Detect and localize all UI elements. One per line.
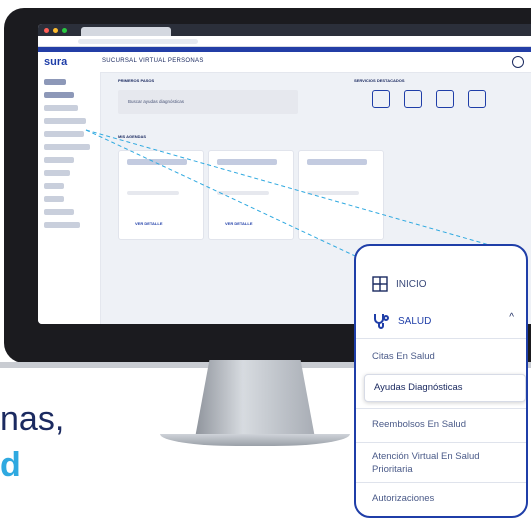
browser-titlebar bbox=[38, 24, 531, 36]
sidebar-item[interactable] bbox=[44, 209, 74, 215]
stethoscope-icon bbox=[374, 314, 389, 329]
minimize-dot-icon[interactable] bbox=[53, 27, 58, 33]
menu-item-salud-label: SALUD bbox=[398, 315, 432, 327]
agenda-card[interactable] bbox=[298, 150, 384, 240]
user-avatar-icon[interactable] bbox=[512, 56, 524, 68]
sidebar-item[interactable] bbox=[44, 157, 74, 163]
close-dot-icon[interactable] bbox=[44, 27, 49, 33]
zoom-menu-panel: INICIO SALUD ^ Citas En Salud Ayudas Dia… bbox=[354, 244, 528, 518]
sidebar-item-inicio[interactable] bbox=[44, 79, 66, 85]
chevron-up-icon[interactable]: ^ bbox=[509, 312, 514, 323]
section-mid-title: MIS AGENDAS bbox=[118, 134, 147, 139]
grid-icon bbox=[372, 276, 388, 292]
search-box[interactable]: Buscar ayudas diagnósticas bbox=[118, 90, 298, 114]
section-right-title: SERVICIOS DESTACADOS bbox=[354, 78, 405, 83]
sidebar-item[interactable] bbox=[44, 131, 84, 137]
address-bar[interactable] bbox=[38, 36, 531, 47]
search-input[interactable]: Buscar ayudas diagnósticas bbox=[128, 99, 184, 104]
hero-line-2: d bbox=[0, 446, 21, 484]
menu-item-inicio-label: INICIO bbox=[396, 278, 427, 290]
shortcut-icon[interactable] bbox=[468, 90, 486, 108]
submenu-ayudas[interactable]: Ayudas Diagnósticas bbox=[374, 381, 514, 394]
maximize-dot-icon[interactable] bbox=[62, 27, 67, 33]
browser-tab[interactable] bbox=[81, 26, 171, 36]
submenu-citas[interactable]: Citas En Salud bbox=[372, 350, 512, 363]
sidebar-item[interactable] bbox=[44, 196, 64, 202]
sidebar-item[interactable] bbox=[44, 170, 70, 176]
monitor-stand bbox=[195, 360, 315, 438]
section-left-title: PRIMEROS PASOS bbox=[118, 78, 155, 83]
submenu-autorizaciones[interactable]: Autorizaciones bbox=[372, 492, 512, 505]
shortcut-icon[interactable] bbox=[436, 90, 454, 108]
shortcut-icon[interactable] bbox=[372, 90, 390, 108]
submenu-reembolsos[interactable]: Reembolsos En Salud bbox=[372, 418, 512, 431]
sidebar-item[interactable] bbox=[44, 183, 64, 189]
hero-line-1: nas, bbox=[0, 400, 65, 438]
card-link[interactable]: VER DETALLE bbox=[225, 221, 252, 226]
app-header: sura SUCURSAL VIRTUAL PERSONAS bbox=[38, 52, 531, 73]
sura-logo[interactable]: sura bbox=[44, 56, 67, 68]
monitor-base bbox=[160, 434, 350, 446]
sidebar-item[interactable] bbox=[44, 222, 80, 228]
menu-item-inicio[interactable]: INICIO bbox=[356, 276, 526, 292]
sidebar-item[interactable] bbox=[44, 105, 78, 111]
menu-item-salud[interactable]: SALUD ^ bbox=[356, 312, 526, 330]
sidebar-item-salud[interactable] bbox=[44, 92, 74, 98]
sidebar bbox=[38, 72, 101, 324]
sidebar-item[interactable] bbox=[44, 118, 86, 124]
submenu-atencion[interactable]: Atención Virtual En Salud Prioritaria bbox=[372, 450, 512, 476]
sidebar-item[interactable] bbox=[44, 144, 90, 150]
agenda-card[interactable]: VER DETALLE bbox=[208, 150, 294, 240]
shortcut-icon[interactable] bbox=[404, 90, 422, 108]
card-link[interactable]: VER DETALLE bbox=[135, 221, 162, 226]
app-title: SUCURSAL VIRTUAL PERSONAS bbox=[102, 58, 204, 64]
agenda-card[interactable]: VER DETALLE bbox=[118, 150, 204, 240]
